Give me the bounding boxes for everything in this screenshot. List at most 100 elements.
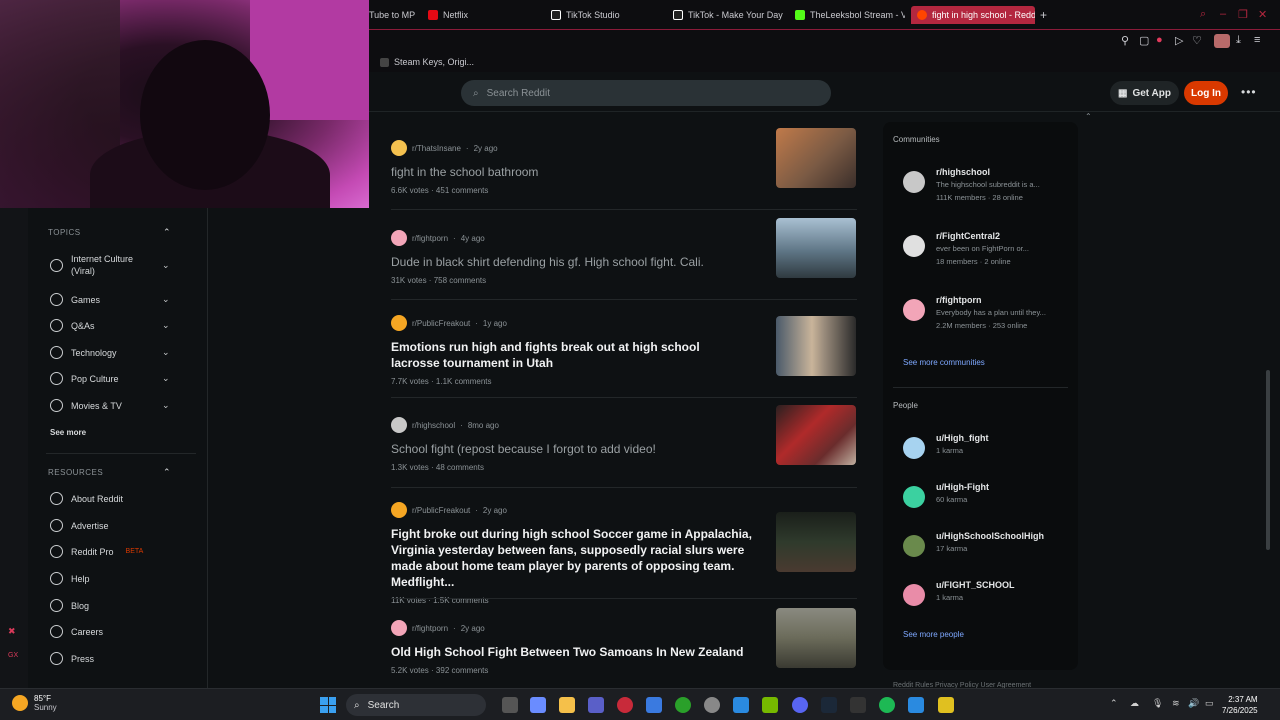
search-icon: ⌕: [473, 87, 479, 99]
post-item[interactable]: r/fightporn · 2y ago Old High School Fight…: [391, 608, 857, 675]
battery-icon[interactable]: ▭: [1205, 698, 1214, 709]
sidebar-item-games[interactable]: Games ⌄: [50, 293, 180, 306]
post-item[interactable]: r/fightporn · 4y ago Dude in black shirt d…: [391, 218, 857, 285]
sidebar-item-press[interactable]: Press: [50, 652, 180, 665]
subreddit-name[interactable]: r/PublicFreakout: [412, 506, 470, 515]
tab-youtube-mp3[interactable]: Tube to MP: [369, 6, 419, 24]
post-title[interactable]: Fight broke out during high school Socce…: [391, 526, 761, 590]
post-thumbnail[interactable]: [776, 218, 856, 278]
heart-icon[interactable]: ♡: [1192, 34, 1202, 47]
steam-icon[interactable]: [821, 697, 837, 713]
spotify-icon[interactable]: [879, 697, 895, 713]
minimize-icon[interactable]: –: [1220, 8, 1226, 20]
teams-icon[interactable]: [588, 697, 604, 713]
post-thumbnail[interactable]: [776, 405, 856, 465]
xbox-icon[interactable]: [675, 697, 691, 713]
subreddit-name[interactable]: r/fightporn: [412, 234, 448, 243]
see-more-communities-link[interactable]: See more communities: [903, 358, 985, 367]
resources-header[interactable]: RESOURCES: [48, 468, 103, 477]
get-app-button[interactable]: ▦ Get App: [1110, 81, 1179, 105]
post-thumbnail[interactable]: [776, 316, 856, 376]
post-item[interactable]: r/PublicFreakout · 1y ago Emotions run hig…: [391, 315, 857, 386]
tab-tiktok-studio[interactable]: TikTok Studio: [551, 6, 661, 24]
post-thumbnail[interactable]: [776, 512, 856, 572]
app-icon[interactable]: [938, 697, 954, 713]
post-title[interactable]: Dude in black shirt defending his gf. Hi…: [391, 254, 761, 270]
cloud-icon[interactable]: ☁: [1130, 698, 1139, 709]
sidebar-item-help[interactable]: Help: [50, 572, 180, 585]
post-title[interactable]: fight in the school bathroom: [391, 164, 751, 180]
chevron-up-icon[interactable]: ⌃: [163, 227, 171, 238]
gx-icon[interactable]: GX: [8, 652, 18, 659]
sidebar-item-qas[interactable]: Q&As ⌄: [50, 319, 180, 332]
sidebar-item-advertise[interactable]: Advertise: [50, 519, 180, 532]
bookmark-steam-keys[interactable]: Steam Keys, Origi...: [380, 57, 474, 67]
search-tabs-icon[interactable]: ⌕: [1200, 8, 1206, 21]
login-button[interactable]: Log In: [1184, 81, 1228, 105]
search-input[interactable]: ⌕ Search Reddit: [461, 80, 831, 106]
page-scrollbar[interactable]: [1266, 370, 1270, 550]
sidebar-item-technology[interactable]: Technology ⌄: [50, 346, 180, 359]
subreddit-name[interactable]: r/highschool: [412, 421, 455, 430]
profile-avatar[interactable]: [1214, 34, 1230, 48]
sidebar-item-internet-culture[interactable]: Internet Culture (Viral) ⌄: [50, 253, 180, 277]
file-explorer-icon[interactable]: [559, 697, 575, 713]
mic-icon[interactable]: 🎙: [1152, 698, 1163, 709]
tab-netflix[interactable]: Netflix: [428, 6, 538, 24]
tab-reddit-active[interactable]: fight in high school - Redd: [911, 6, 1035, 24]
chevron-up-icon[interactable]: ⌃: [163, 467, 171, 478]
wallet-icon[interactable]: ●: [1156, 34, 1163, 46]
new-tab-button[interactable]: +: [1040, 6, 1052, 24]
download-icon[interactable]: ⤓: [1236, 34, 1241, 47]
nvidia-icon[interactable]: [762, 697, 778, 713]
snapshot-icon[interactable]: ▢: [1139, 34, 1149, 47]
post-item[interactable]: r/PublicFreakout · 2y ago Fight broke out …: [391, 502, 857, 605]
topics-header[interactable]: TOPICS: [48, 228, 81, 237]
sidebar-item-blog[interactable]: Blog: [50, 599, 180, 612]
task-view-icon[interactable]: [502, 697, 518, 713]
post-thumbnail[interactable]: [776, 128, 856, 188]
subreddit-name[interactable]: r/fightporn: [412, 624, 448, 633]
app-icon[interactable]: [908, 697, 924, 713]
app-icon[interactable]: [733, 697, 749, 713]
x-icon[interactable]: ✖: [8, 626, 16, 637]
windows-start-icon[interactable]: [320, 697, 336, 713]
sidebar-item-about-reddit[interactable]: About Reddit: [50, 492, 180, 505]
player-icon[interactable]: ▷: [1175, 34, 1183, 47]
app-icon[interactable]: [850, 697, 866, 713]
sidebar-item-reddit-pro[interactable]: Reddit Pro BETA: [50, 545, 180, 558]
sidebar-item-movies-tv[interactable]: Movies & TV ⌄: [50, 399, 180, 412]
bookmark-icon[interactable]: ⚲: [1121, 34, 1129, 47]
tab-tiktok[interactable]: TikTok - Make Your Day: [673, 6, 785, 24]
volume-icon[interactable]: 🔊: [1188, 698, 1199, 709]
more-options-icon[interactable]: •••: [1241, 85, 1257, 99]
sidebar-item-careers[interactable]: Careers: [50, 625, 180, 638]
chevron-up-icon[interactable]: ⌃: [1110, 698, 1118, 709]
post-item[interactable]: r/ThatsInsane · 2y ago fight in the school…: [391, 128, 857, 195]
post-title[interactable]: Old High School Fight Between Two Samoan…: [391, 644, 761, 660]
see-more-people-link[interactable]: See more people: [903, 630, 964, 639]
copilot-icon[interactable]: [530, 697, 546, 713]
see-more-topics-link[interactable]: See more: [50, 428, 86, 437]
obs-icon[interactable]: [704, 697, 720, 713]
subreddit-name[interactable]: r/PublicFreakout: [412, 319, 470, 328]
scroll-up-icon[interactable]: ⌃: [1085, 112, 1092, 121]
weather-widget[interactable]: 85°F Sunny: [12, 694, 57, 712]
wifi-icon[interactable]: ≋: [1172, 698, 1180, 709]
post-thumbnail[interactable]: [776, 608, 856, 668]
chip-icon: [50, 346, 63, 359]
clock[interactable]: 2:37 AM 7/26/2025: [1222, 694, 1258, 716]
maximize-icon[interactable]: ❐: [1238, 8, 1248, 21]
post-title[interactable]: Emotions run high and fights break out a…: [391, 339, 751, 371]
store-icon[interactable]: [646, 697, 662, 713]
discord-icon[interactable]: [792, 697, 808, 713]
close-icon[interactable]: ✕: [1258, 8, 1267, 21]
subreddit-name[interactable]: r/ThatsInsane: [412, 144, 461, 153]
post-item[interactable]: r/highschool · 8mo ago School fight (repos…: [391, 405, 857, 472]
tab-kick-stream[interactable]: TheLeeksbol Stream - V: [795, 6, 905, 24]
taskbar-search[interactable]: ⌕ Search: [346, 694, 486, 716]
post-title[interactable]: School fight (repost because I forgot to…: [391, 441, 761, 457]
menu-icon[interactable]: ≡: [1254, 34, 1260, 46]
sidebar-item-pop-culture[interactable]: Pop Culture ⌄: [50, 372, 180, 385]
opera-gx-icon[interactable]: [617, 697, 633, 713]
